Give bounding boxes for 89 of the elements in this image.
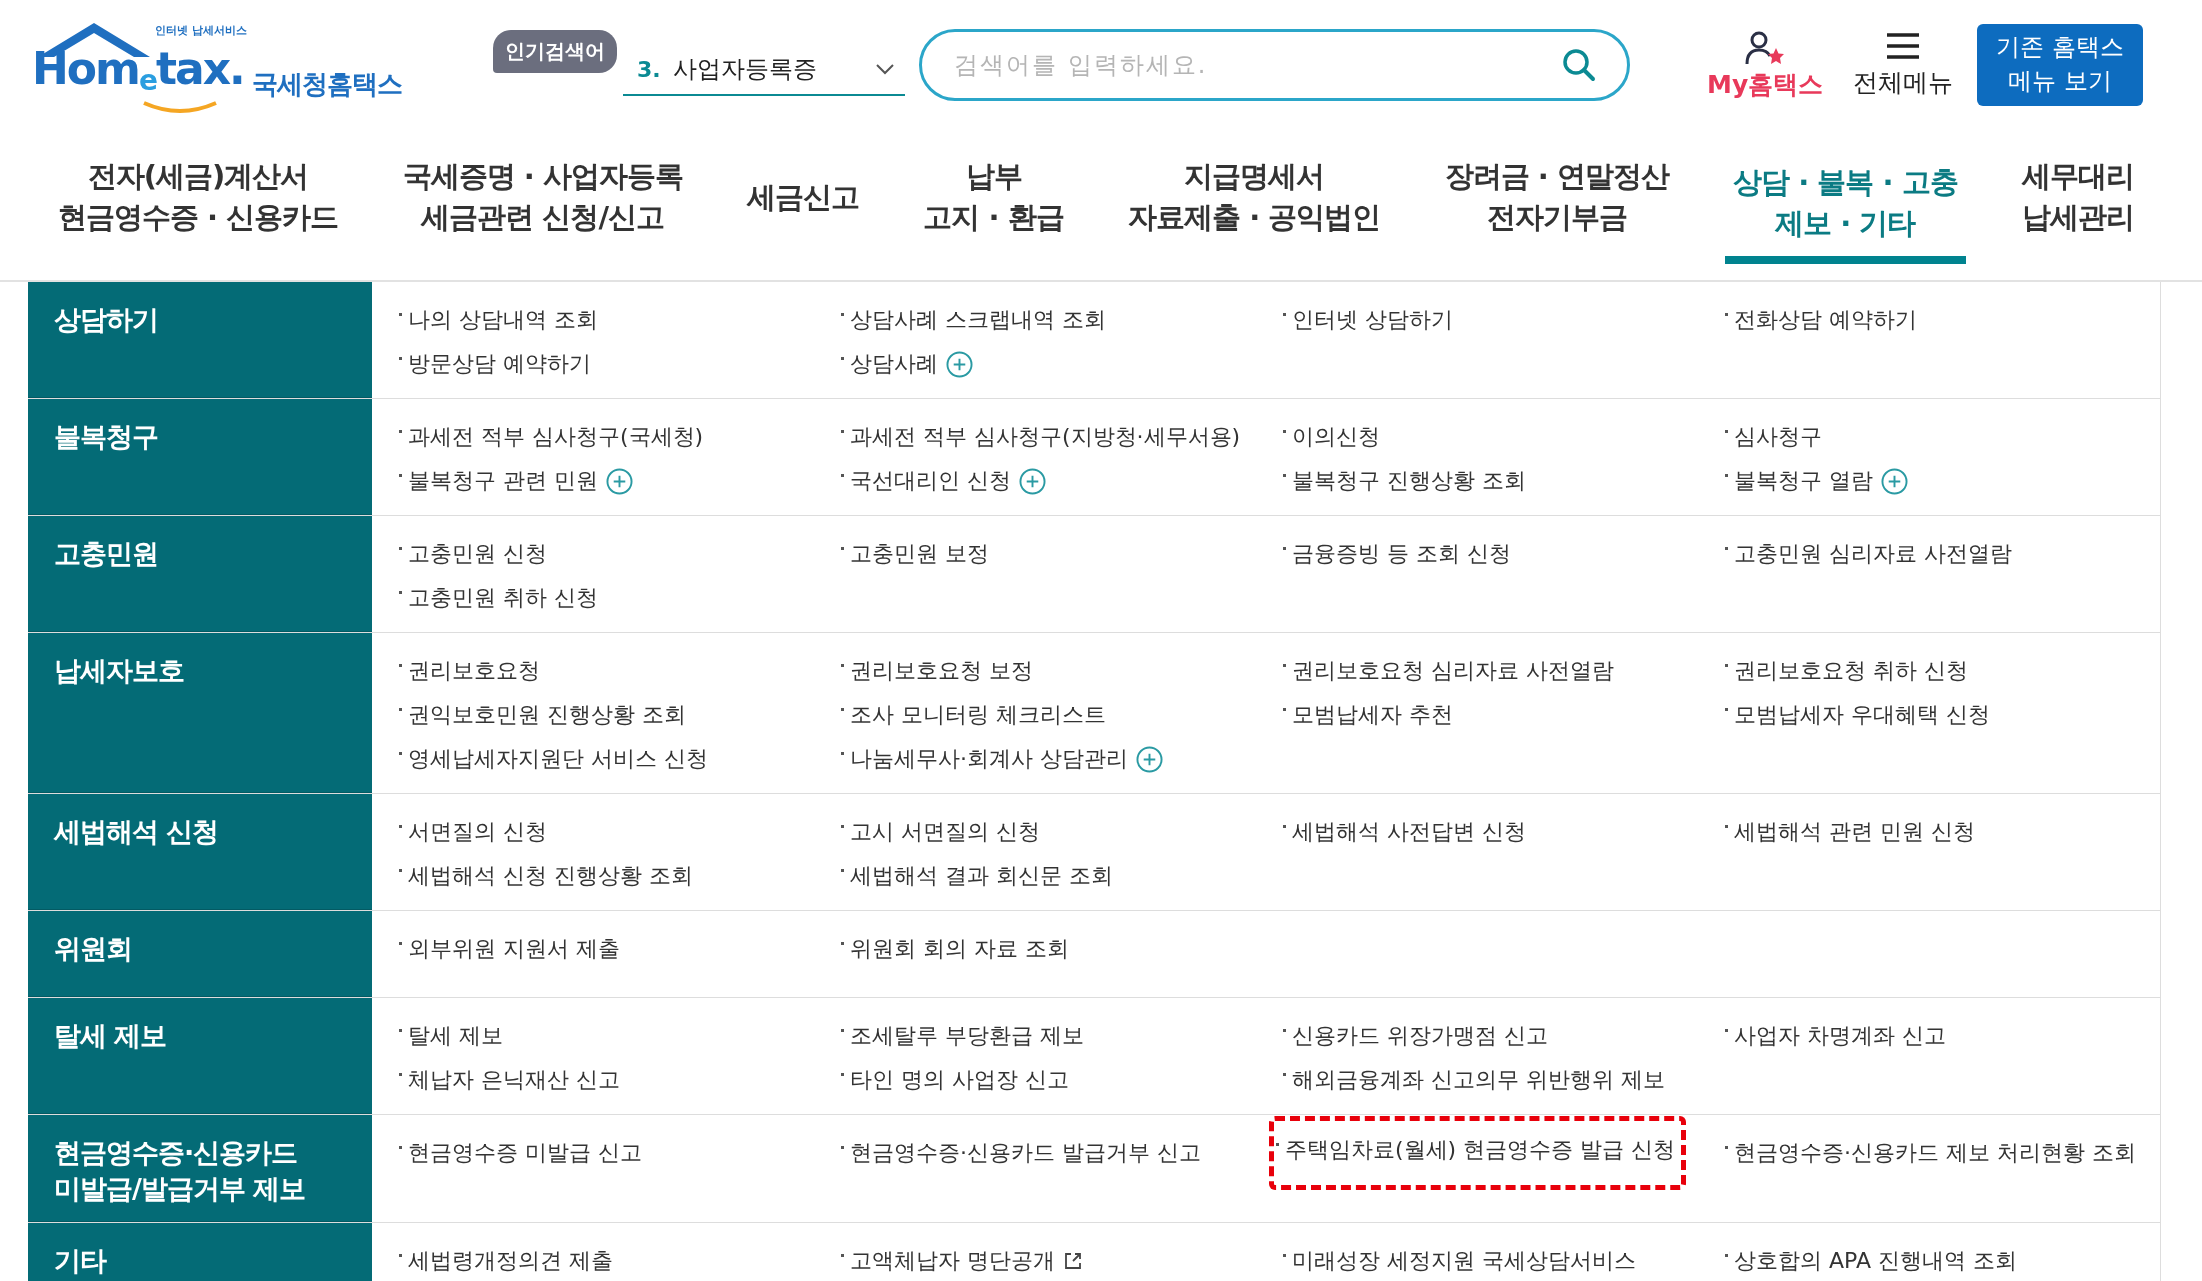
section-heading: 상담하기 (28, 282, 372, 398)
menu-link[interactable]: 전화상담 예약하기 (1721, 303, 1921, 337)
plus-circle-icon[interactable] (1881, 467, 1908, 495)
menu-link[interactable]: 고충민원 보정 (837, 537, 993, 571)
menu-link[interactable]: 현금영수증·신용카드 제보 처리현황 조회 (1721, 1136, 2140, 1170)
logo-name: 국세청홈택스 (252, 68, 402, 101)
menu-link[interactable]: 현금영수증 미발급 신고 (395, 1136, 646, 1170)
all-menu-link[interactable]: 전체메뉴 (1853, 31, 1954, 99)
logo-wordmark: Hom$_{e}$tax. (32, 43, 244, 97)
plus-circle-icon[interactable] (946, 350, 973, 378)
nav-tab[interactable]: 국세증명 · 사업자등록 세금관련 신청/신고 (394, 156, 691, 252)
section-heading: 고충민원 (28, 516, 372, 632)
search-field[interactable]: 검색어를 입력하세요. (919, 29, 1630, 101)
menu-link[interactable]: 세법해석 관련 민원 신청 (1721, 815, 1979, 849)
menu-link[interactable]: 금융증빙 등 조회 신청 (1279, 537, 1515, 571)
menu-link[interactable]: 방문상담 예약하기 (395, 347, 595, 381)
nav-tab[interactable]: 세무대리 납세관리 (2013, 156, 2142, 252)
search-input[interactable]: 검색어를 입력하세요. (952, 50, 1561, 80)
menu-link[interactable]: 심사청구 (1721, 420, 1826, 454)
menu-link[interactable]: 신용카드 위장가맹점 신고 (1279, 1019, 1552, 1053)
menu-icon (1885, 31, 1922, 60)
menu-link[interactable]: 권리보호요청 (395, 654, 544, 688)
menu-link[interactable]: 불복청구 관련 민원 (395, 464, 602, 498)
menu-link[interactable]: 인터넷 상담하기 (1279, 303, 1457, 337)
menu-link[interactable]: 권리보호요청 보정 (837, 654, 1037, 688)
popular-search-tag: 인기검색어 (493, 30, 617, 73)
menu-link[interactable]: 탈세 제보 (395, 1019, 507, 1053)
plus-circle-icon[interactable] (1136, 745, 1163, 773)
menu-link[interactable]: 서면질의 신청 (395, 815, 551, 849)
menu-link[interactable]: 현금영수증·신용카드 발급거부 신고 (837, 1136, 1205, 1170)
menu-link[interactable]: 세법령개정의견 제출 (395, 1244, 617, 1278)
nav-tab[interactable]: 세금신고 (739, 156, 868, 252)
menu-link[interactable]: 국선대리인 신청 (837, 464, 1015, 498)
menu-link[interactable]: 상담사례 (837, 347, 942, 381)
nav-tab[interactable]: 납부 고지 · 환급 (915, 156, 1072, 252)
menu-link[interactable]: 모범납세자 추천 (1279, 698, 1457, 732)
menu-link[interactable]: 고충민원 심리자료 사전열람 (1721, 537, 2016, 571)
menu-link[interactable]: 고충민원 신청 (395, 537, 551, 571)
menu-link[interactable]: 조세탈루 부당환급 제보 (837, 1019, 1088, 1053)
menu-link[interactable]: 체납자 은닉재산 신고 (395, 1063, 624, 1097)
section-heading: 납세자보호 (28, 633, 372, 793)
menu-link[interactable]: 과세전 적부 심사청구(국세청) (395, 420, 708, 454)
menu-link[interactable]: 나눔세무사·회계사 상담관리 (837, 742, 1132, 776)
search-icon[interactable] (1561, 47, 1597, 83)
menu-link[interactable]: 고충민원 취하 신청 (395, 581, 602, 615)
menu-link[interactable]: 영세납세자지원단 서비스 신청 (395, 742, 712, 776)
menu-link[interactable]: 조사 모니터링 체크리스트 (837, 698, 1110, 732)
nav-tab[interactable]: 지급명세서 자료제출 · 공익법인 (1120, 156, 1389, 252)
menu-link[interactable]: 불복청구 진행상황 조회 (1279, 464, 1530, 498)
section-heading: 탈세 제보 (28, 998, 372, 1114)
menu-link[interactable]: 상담사례 스크랩내역 조회 (837, 303, 1110, 337)
menu-link[interactable]: 타인 명의 사업장 신고 (837, 1063, 1073, 1097)
my-hometax-link[interactable]: My홈택스 (1707, 29, 1824, 101)
popular-search-dropdown[interactable]: 3. 사업자등록증 (623, 44, 905, 96)
smile-arc-icon (140, 99, 220, 115)
menu-link[interactable]: 권리보호요청 취하 신청 (1721, 654, 1972, 688)
external-link-icon[interactable] (1063, 1251, 1083, 1271)
chevron-down-icon (875, 63, 895, 75)
nav-tab[interactable]: 장려금 · 연말정산 전자기부금 (1436, 156, 1677, 252)
menu-link[interactable]: 위원회 회의 자료 조회 (837, 932, 1073, 966)
menu-link[interactable]: 불복청구 열람 (1721, 464, 1877, 498)
legacy-menu-button[interactable]: 기존 홈택스 메뉴 보기 (1977, 24, 2144, 106)
plus-circle-icon[interactable] (606, 467, 633, 495)
menu-link[interactable]: 과세전 적부 심사청구(지방청·세무서용) (837, 420, 1245, 454)
section-heading: 불복청구 (28, 399, 372, 515)
menu-link[interactable]: 고액체납자 명단공개 (837, 1244, 1059, 1278)
menu-link[interactable]: 나의 상담내역 조회 (395, 303, 602, 337)
menu-link[interactable]: 고시 서면질의 신청 (837, 815, 1044, 849)
menu-link[interactable]: 주택임차료(월세) 현금영수증 발급 신청 (1269, 1116, 1687, 1190)
menu-link[interactable]: 사업자 차명계좌 신고 (1721, 1019, 1950, 1053)
nav-tab[interactable]: 상담 · 불복 · 고충 제보 · 기타 (1725, 156, 1966, 264)
section-heading: 세법해석 신청 (28, 794, 372, 910)
menu-link[interactable]: 상호합의 APA 진행내역 조회 (1721, 1244, 2021, 1278)
menu-link[interactable]: 세법해석 신청 진행상황 조회 (395, 859, 697, 893)
menu-link[interactable]: 미래성장 세정지원 국세상담서비스 (1279, 1244, 1640, 1278)
menu-link[interactable]: 권익보호민원 진행상황 조회 (395, 698, 690, 732)
menu-link[interactable]: 이의신청 (1279, 420, 1384, 454)
plus-circle-icon[interactable] (1019, 467, 1046, 495)
section-heading: 위원회 (28, 911, 372, 997)
logo-tagline: 인터넷 납세서비스 (155, 23, 247, 38)
menu-link[interactable]: 권리보호요청 심리자료 사전열람 (1279, 654, 1618, 688)
menu-link[interactable]: 모범납세자 우대혜택 신청 (1721, 698, 1994, 732)
section-heading: 현금영수증·신용카드 미발급/발급거부 제보 (28, 1115, 372, 1222)
menu-link[interactable]: 해외금융계좌 신고의무 위반행위 제보 (1279, 1063, 1669, 1097)
section-heading: 기타 (28, 1223, 372, 1281)
menu-link[interactable]: 세법해석 결과 회신문 조회 (837, 859, 1117, 893)
nav-tab[interactable]: 전자(세금)계산서 현금영수증 · 신용카드 (50, 156, 347, 252)
menu-link[interactable]: 외부위원 지원서 제출 (395, 932, 624, 966)
menu-link[interactable]: 세법해석 사전답변 신청 (1279, 815, 1530, 849)
